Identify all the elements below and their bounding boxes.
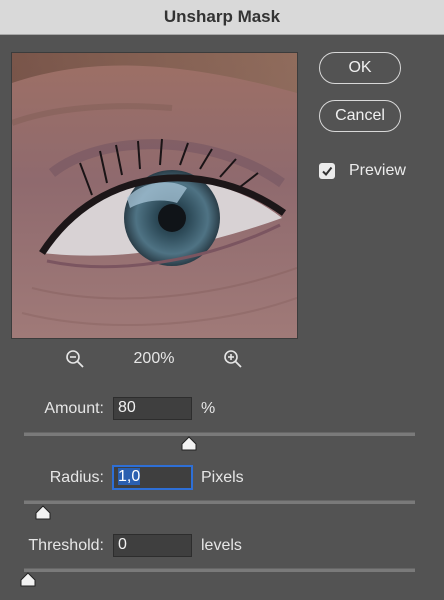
radius-label: Radius: [49,469,104,486]
radius-value: 1,0 [118,468,141,485]
preview-label: Preview [349,162,406,179]
zoom-in-icon[interactable] [222,348,244,370]
threshold-slider-track[interactable] [24,568,415,572]
eye-closeup-image [12,53,297,338]
radius-slider-thumb[interactable] [35,505,51,520]
preview-checkbox-row[interactable]: Preview [319,160,406,182]
amount-unit: % [201,400,216,417]
checkmark-icon [322,166,333,177]
radius-slider-track[interactable] [24,500,415,504]
threshold-unit: levels [201,537,242,554]
zoom-level: 200% [133,350,175,367]
preview-checkbox[interactable] [319,163,335,179]
amount-label: Amount: [44,400,104,417]
amount-slider-thumb[interactable] [181,436,197,451]
dialog-title: Unsharp Mask [163,7,281,26]
threshold-input[interactable]: 0 [113,534,192,557]
ok-button[interactable]: OK [319,52,401,84]
amount-input[interactable]: 80 [113,397,192,420]
cancel-button[interactable]: Cancel [319,100,401,132]
amount-slider-track[interactable] [24,432,415,436]
radius-input[interactable]: 1,0 [113,466,192,489]
title-bar: Unsharp Mask [0,0,444,35]
zoom-out-icon[interactable] [64,348,86,370]
threshold-slider-thumb[interactable] [20,572,36,587]
radius-unit: Pixels [201,469,244,486]
preview-image[interactable] [11,52,298,339]
threshold-label: Threshold: [28,537,104,554]
zoom-controls: 200% [0,348,444,372]
